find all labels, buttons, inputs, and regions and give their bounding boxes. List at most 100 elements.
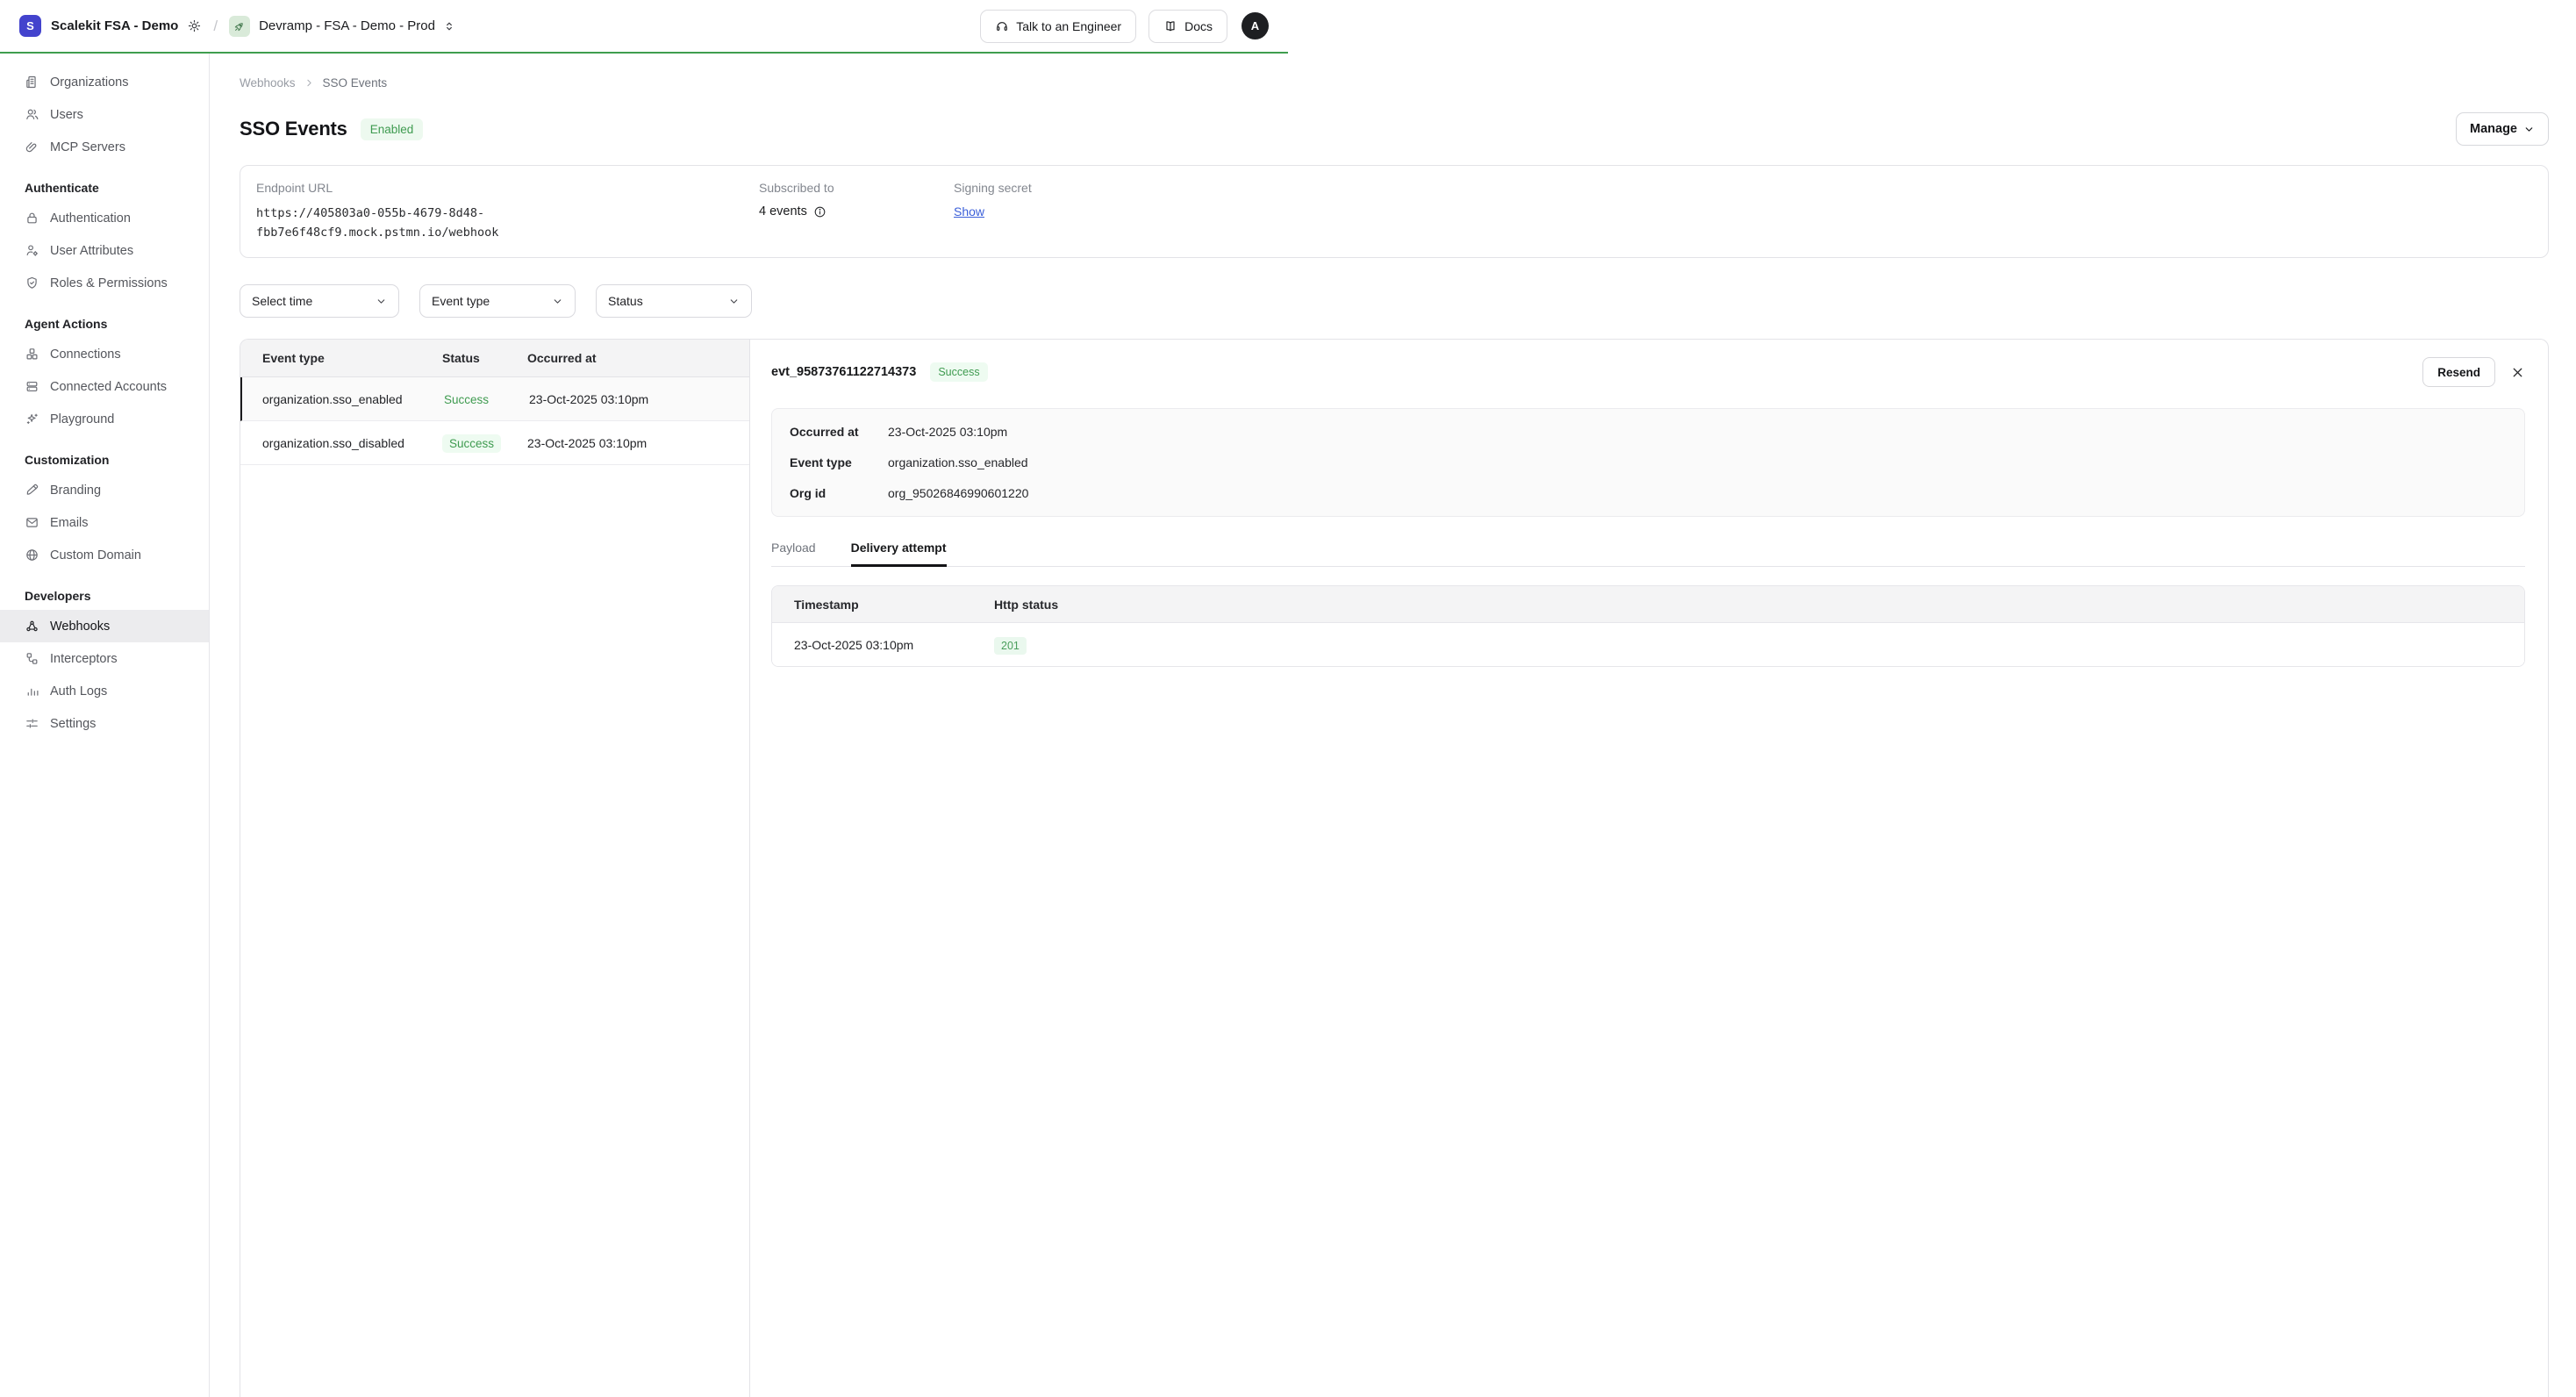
page-title: SSO Events: [240, 118, 347, 140]
table-row: 23-Oct-2025 03:10pm 201: [772, 623, 2524, 666]
main-content: Webhooks SSO Events SSO Events Enabled M…: [210, 54, 2576, 1397]
workspace-logo: S: [19, 15, 41, 37]
sliders-icon: [25, 716, 39, 731]
event-id: evt_95873761122714373: [771, 365, 916, 379]
sidebar: Organizations Users MCP Servers Authenti…: [0, 54, 210, 1397]
sidebar-item-roles-permissions[interactable]: Roles & Permissions: [0, 267, 209, 299]
filters-row: Select time Event type Status: [240, 284, 2549, 318]
chevron-down-icon: [552, 296, 563, 307]
events-table: Event type Status Occurred at organizati…: [240, 340, 750, 1397]
breadcrumb-slash: /: [213, 18, 218, 35]
sidebar-item-branding[interactable]: Branding: [0, 474, 209, 506]
sidebar-item-emails[interactable]: Emails: [0, 506, 209, 539]
shield-check-icon: [25, 276, 39, 290]
endpoint-url-label: Endpoint URL: [256, 181, 759, 195]
sidebar-item-users[interactable]: Users: [0, 98, 209, 131]
close-icon[interactable]: [2510, 365, 2525, 380]
sidebar-section-agent-actions: Agent Actions: [0, 312, 209, 335]
chevron-down-icon: [2523, 124, 2535, 135]
user-gear-icon: [25, 243, 39, 258]
status-badge: Enabled: [361, 118, 424, 140]
sidebar-item-playground[interactable]: Playground: [0, 403, 209, 435]
chevron-right-icon: [304, 77, 315, 89]
sidebar-item-authentication[interactable]: Authentication: [0, 202, 209, 234]
event-type-label: Event type: [790, 455, 888, 469]
users-icon: [25, 107, 39, 122]
cubes-icon: [25, 347, 39, 362]
status-badge: Success: [444, 393, 489, 406]
sidebar-section-developers: Developers: [0, 584, 209, 607]
sidebar-item-interceptors[interactable]: Interceptors: [0, 642, 209, 675]
chevron-down-icon: [376, 296, 387, 307]
sidebar-item-organizations[interactable]: Organizations: [0, 66, 209, 98]
docs-button[interactable]: Docs: [1148, 10, 1227, 43]
globe-icon: [25, 548, 39, 562]
sidebar-item-connected-accounts[interactable]: Connected Accounts: [0, 370, 209, 403]
http-status-badge: 201: [994, 637, 1027, 655]
delivery-table-header: Timestamp Http status: [772, 586, 2524, 623]
table-row[interactable]: organization.sso_disabled Success 23-Oct…: [240, 421, 749, 465]
table-row[interactable]: organization.sso_enabled Success 23-Oct-…: [240, 377, 749, 421]
sidebar-item-mcp-servers[interactable]: MCP Servers: [0, 131, 209, 163]
event-type-dropdown[interactable]: Event type: [419, 284, 576, 318]
detail-tabs: Payload Delivery attempt: [771, 541, 2525, 567]
status-dropdown[interactable]: Status: [596, 284, 752, 318]
event-detail-panel: evt_95873761122714373 Success Resend Occ…: [750, 340, 2548, 1397]
show-secret-link[interactable]: Show: [954, 204, 984, 219]
brush-icon: [25, 483, 39, 498]
talk-to-engineer-button[interactable]: Talk to an Engineer: [980, 10, 1136, 43]
interceptors-icon: [25, 651, 39, 666]
events-table-header: Event type Status Occurred at: [240, 340, 749, 377]
chevron-down-icon: [728, 296, 740, 307]
headphones-icon: [995, 19, 1009, 33]
sparkles-icon: [25, 412, 39, 426]
gear-icon[interactable]: [187, 18, 202, 33]
status-badge: Success: [930, 362, 987, 382]
mcp-icon: [25, 140, 39, 154]
environment-switcher-icon[interactable]: [443, 20, 455, 32]
building-icon: [25, 75, 39, 90]
webhook-icon: [25, 619, 39, 634]
org-id-value: org_95026846990601220: [888, 486, 1028, 500]
sidebar-item-custom-domain[interactable]: Custom Domain: [0, 539, 209, 571]
event-info-card: Occurred at 23-Oct-2025 03:10pm Event ty…: [771, 408, 2525, 517]
status-badge: Success: [442, 434, 501, 453]
sidebar-item-user-attributes[interactable]: User Attributes: [0, 234, 209, 267]
info-icon[interactable]: [813, 205, 826, 219]
sidebar-item-settings[interactable]: Settings: [0, 707, 209, 740]
resend-button[interactable]: Resend: [2422, 357, 2495, 387]
breadcrumb-webhooks[interactable]: Webhooks: [240, 76, 296, 90]
select-time-dropdown[interactable]: Select time: [240, 284, 399, 318]
sidebar-item-webhooks[interactable]: Webhooks: [0, 610, 209, 642]
occurred-at-label: Occurred at: [790, 425, 888, 439]
occurred-at-value: 23-Oct-2025 03:10pm: [888, 425, 1007, 439]
tab-delivery-attempt[interactable]: Delivery attempt: [851, 541, 947, 567]
endpoint-url-value: https://405803a0-055b-4679-8d48- fbb7e6f…: [256, 204, 759, 242]
signing-secret-label: Signing secret: [954, 181, 2532, 195]
sidebar-section-customization: Customization: [0, 448, 209, 471]
lock-icon: [25, 211, 39, 226]
sidebar-item-connections[interactable]: Connections: [0, 338, 209, 370]
tab-payload[interactable]: Payload: [771, 541, 816, 566]
topbar: S Scalekit FSA - Demo / Devramp - FSA - …: [0, 0, 1288, 54]
events-panel: Event type Status Occurred at organizati…: [240, 339, 2549, 1397]
workspace-name: Scalekit FSA - Demo: [51, 18, 178, 33]
auth-logs-icon: [25, 684, 39, 698]
book-icon: [1163, 19, 1177, 33]
breadcrumb-sso-events: SSO Events: [323, 76, 388, 90]
accounts-icon: [25, 379, 39, 394]
breadcrumb: Webhooks SSO Events: [240, 76, 2549, 90]
mail-icon: [25, 515, 39, 530]
sidebar-section-authenticate: Authenticate: [0, 176, 209, 199]
event-type-value: organization.sso_enabled: [888, 455, 1028, 469]
rocket-icon: [229, 16, 250, 37]
sidebar-item-auth-logs[interactable]: Auth Logs: [0, 675, 209, 707]
manage-button[interactable]: Manage: [2456, 112, 2549, 146]
delivery-attempt-table: Timestamp Http status 23-Oct-2025 03:10p…: [771, 585, 2525, 667]
subscribed-label: Subscribed to: [759, 181, 954, 195]
subscribed-value: 4 events: [759, 204, 807, 219]
environment-name: Devramp - FSA - Demo - Prod: [259, 18, 435, 33]
avatar[interactable]: A: [1241, 12, 1269, 39]
org-id-label: Org id: [790, 486, 888, 500]
endpoint-card: Endpoint URL https://405803a0-055b-4679-…: [240, 165, 2549, 258]
